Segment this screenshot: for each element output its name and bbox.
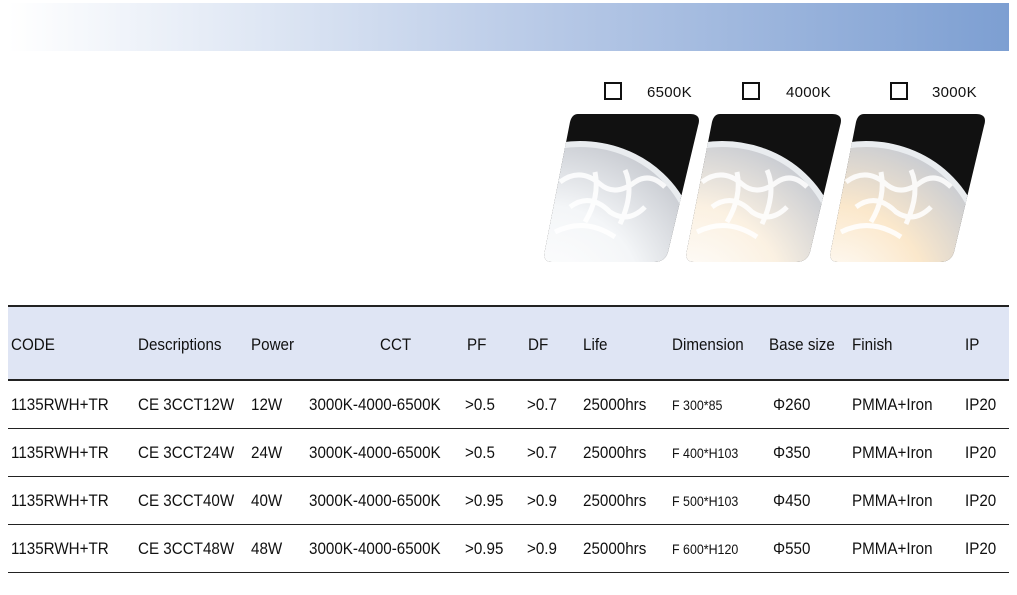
table-header: CODE Descriptions Power CCT PF DF Life D… xyxy=(8,305,1009,381)
cell-life: 25000hrs xyxy=(583,396,647,414)
cell-pf: >0.5 xyxy=(465,396,495,414)
lamp-image-3000k xyxy=(826,112,988,264)
cell-base-size: Φ260 xyxy=(773,396,811,414)
cell-df: >0.7 xyxy=(527,444,557,462)
cell-description: CE 3CCT48W xyxy=(138,540,235,558)
cell-cct: 3000K-4000-6500K xyxy=(309,540,441,558)
cell-code: 1135RWH+TR xyxy=(11,396,109,414)
cell-life: 25000hrs xyxy=(583,444,647,462)
header-pf: PF xyxy=(467,336,487,354)
cell-pf: >0.95 xyxy=(465,540,504,558)
cell-dimension: F 400*H103 xyxy=(672,446,739,461)
cell-power: 12W xyxy=(251,396,283,414)
spec-table: CODE Descriptions Power CCT PF DF Life D… xyxy=(8,305,1009,573)
table-row: 1135RWH+TR CE 3CCT12W 12W 3000K-4000-6500K >… xyxy=(8,381,1009,429)
cell-code: 1135RWH+TR xyxy=(11,492,109,510)
cell-pf: >0.5 xyxy=(465,444,495,462)
cell-cct: 3000K-4000-6500K xyxy=(309,444,441,462)
cell-finish: PMMA+Iron xyxy=(852,540,933,558)
lamp-image-4000k xyxy=(682,112,844,264)
header-life: Life xyxy=(583,336,608,354)
cell-code: 1135RWH+TR xyxy=(11,444,109,462)
cell-description: CE 3CCT12W xyxy=(138,396,235,414)
table-row: 1135RWH+TR CE 3CCT40W 40W 3000K-4000-6500K >… xyxy=(8,477,1009,525)
cell-life: 25000hrs xyxy=(583,492,647,510)
cct-label-4000k: 4000K xyxy=(786,84,831,101)
cell-base-size: Φ450 xyxy=(773,492,811,510)
header-code: CODE xyxy=(11,336,55,354)
cell-base-size: Φ350 xyxy=(773,444,811,462)
cell-code: 1135RWH+TR xyxy=(11,540,109,558)
header-ip: IP xyxy=(965,336,980,354)
cell-ip: IP20 xyxy=(965,444,997,462)
header-finish: Finish xyxy=(852,336,893,354)
header-power: Power xyxy=(251,336,295,354)
header-df: DF xyxy=(528,336,549,354)
table-row: 1135RWH+TR CE 3CCT48W 48W 3000K-4000-6500K >… xyxy=(8,525,1009,573)
header-base-size: Base size xyxy=(769,336,835,354)
cct-options: 6500K 4000K 3000K xyxy=(0,80,1017,104)
header-descriptions: Descriptions xyxy=(138,336,222,354)
lamp-image-6500k xyxy=(540,112,702,264)
cell-power: 40W xyxy=(251,492,283,510)
cell-df: >0.9 xyxy=(527,540,557,558)
cell-cct: 3000K-4000-6500K xyxy=(309,396,441,414)
cell-finish: PMMA+Iron xyxy=(852,396,933,414)
cell-power: 24W xyxy=(251,444,283,462)
cell-finish: PMMA+Iron xyxy=(852,444,933,462)
cell-description: CE 3CCT24W xyxy=(138,444,235,462)
cell-ip: IP20 xyxy=(965,540,997,558)
cell-power: 48W xyxy=(251,540,283,558)
cell-base-size: Φ550 xyxy=(773,540,811,558)
cell-ip: IP20 xyxy=(965,492,997,510)
table-row: 1135RWH+TR CE 3CCT24W 24W 3000K-4000-6500K >… xyxy=(8,429,1009,477)
table-body: 1135RWH+TR CE 3CCT12W 12W 3000K-4000-6500K >… xyxy=(8,381,1009,573)
cell-ip: IP20 xyxy=(965,396,997,414)
cct-label-3000k: 3000K xyxy=(932,84,977,101)
cell-df: >0.9 xyxy=(527,492,557,510)
header-banner xyxy=(8,3,1009,51)
checkbox-6500k[interactable] xyxy=(604,82,622,100)
cell-description: CE 3CCT40W xyxy=(138,492,235,510)
cell-cct: 3000K-4000-6500K xyxy=(309,492,441,510)
cell-df: >0.7 xyxy=(527,396,557,414)
header-cct: CCT xyxy=(380,336,412,354)
cell-dimension: F 600*H120 xyxy=(672,542,739,557)
cell-dimension: F 300*85 xyxy=(672,398,723,413)
cct-label-6500k: 6500K xyxy=(647,84,692,101)
checkbox-4000k[interactable] xyxy=(742,82,760,100)
cell-pf: >0.95 xyxy=(465,492,504,510)
cell-life: 25000hrs xyxy=(583,540,647,558)
checkbox-3000k[interactable] xyxy=(890,82,908,100)
cell-finish: PMMA+Iron xyxy=(852,492,933,510)
header-dimension: Dimension xyxy=(672,336,744,354)
cell-dimension: F 500*H103 xyxy=(672,494,739,509)
